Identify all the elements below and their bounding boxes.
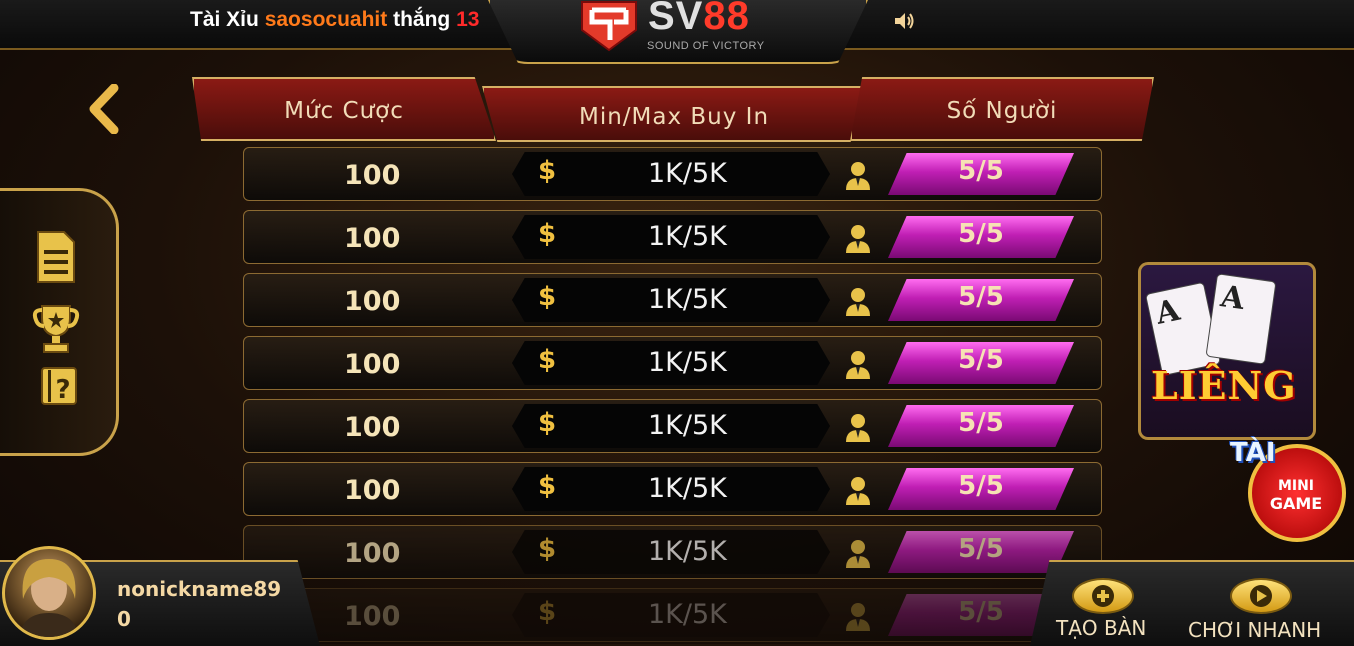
dollar-icon: $	[538, 471, 557, 501]
row-buy-in: 1K/5K	[648, 284, 727, 315]
row-buy-in: 1K/5K	[648, 158, 727, 189]
quick-play-button[interactable]: CHƠI NHANH	[1188, 578, 1338, 642]
username: nonickname89	[117, 577, 282, 601]
dollar-icon: $	[538, 597, 557, 627]
row-buy-in: 1K/5K	[648, 473, 727, 504]
table-row[interactable]: 100 $ 1K/5K 5/5	[243, 588, 1102, 642]
player-icon	[846, 414, 870, 442]
dollar-icon: $	[538, 345, 557, 375]
row-bet: 100	[344, 475, 401, 506]
mini-game-label-2: GAME	[1269, 494, 1323, 513]
card-rank: A	[1152, 292, 1183, 332]
dollar-icon: $	[538, 156, 557, 186]
table-row[interactable]: 100 $ 1K/5K 5/5	[243, 210, 1102, 264]
document-icon[interactable]	[34, 230, 78, 284]
table-row[interactable]: 100 $ 1K/5K 5/5	[243, 273, 1102, 327]
header-buy-in[interactable]: Min/Max Buy In	[482, 86, 866, 142]
player-icon	[846, 603, 870, 631]
logo-wordmark: SV88	[648, 0, 750, 39]
row-buy-in: 1K/5K	[648, 410, 727, 441]
dollar-icon: $	[538, 282, 557, 312]
row-buy-in: 1K/5K	[648, 221, 727, 252]
mini-game-tag: TÀI	[1230, 438, 1276, 468]
table-row[interactable]: 100 $ 1K/5K 5/5	[243, 336, 1102, 390]
player-icon	[846, 288, 870, 316]
table-row[interactable]: 100 $ 1K/5K 5/5	[243, 462, 1102, 516]
row-players: 5/5	[958, 219, 1004, 249]
svg-text:?: ?	[55, 375, 70, 405]
logo-sv: SV	[648, 0, 704, 38]
ticker-game: Tài Xỉu	[190, 8, 259, 31]
ticker-action: thắng	[393, 8, 451, 31]
table-row[interactable]: 100 $ 1K/5K 5/5	[243, 147, 1102, 201]
speaker-icon[interactable]	[893, 10, 915, 32]
ticker-user: saosocuahit	[264, 8, 388, 31]
row-players: 5/5	[958, 345, 1004, 375]
row-buy-in: 1K/5K	[648, 347, 727, 378]
row-bet: 100	[344, 538, 401, 569]
avatar-portrait-icon	[19, 559, 79, 637]
quick-play-label: CHƠI NHANH	[1188, 618, 1322, 642]
player-icon	[846, 225, 870, 253]
logo-shield-icon	[581, 1, 637, 52]
row-bet: 100	[344, 601, 401, 632]
player-icon	[846, 540, 870, 568]
plus-icon	[1072, 578, 1134, 614]
mini-game-label-1: MINI	[1277, 478, 1315, 494]
row-bet: 100	[344, 412, 401, 443]
dollar-icon: $	[538, 534, 557, 564]
table-row[interactable]: 100 $ 1K/5K 5/5	[243, 399, 1102, 453]
lieng-game-card[interactable]: A A LIÊNG	[1138, 262, 1316, 440]
back-chevron-icon[interactable]	[84, 84, 124, 134]
ticker-amount: 13	[456, 8, 480, 31]
logo-tagline: SOUND OF VICTORY	[647, 40, 765, 52]
avatar[interactable]	[2, 546, 96, 640]
dollar-icon: $	[538, 408, 557, 438]
trophy-icon[interactable]	[32, 302, 80, 354]
row-bet: 100	[344, 160, 401, 191]
row-players: 5/5	[958, 534, 1004, 564]
play-icon	[1230, 578, 1292, 614]
create-table-label: TẠO BÀN	[1056, 616, 1147, 640]
row-players: 5/5	[958, 408, 1004, 438]
playing-card: A	[1205, 273, 1277, 365]
row-buy-in: 1K/5K	[648, 599, 727, 630]
user-balance: 0	[117, 607, 131, 631]
row-players: 5/5	[958, 156, 1004, 186]
row-bet: 100	[344, 223, 401, 254]
row-players: 5/5	[958, 282, 1004, 312]
win-ticker: Tài Xỉu saosocuahit thắng 13	[190, 8, 479, 32]
row-bet: 100	[344, 286, 401, 317]
logo-88: 88	[703, 0, 750, 38]
player-icon	[846, 351, 870, 379]
table-row[interactable]: 100 $ 1K/5K 5/5	[243, 525, 1102, 579]
help-icon[interactable]: ?	[40, 366, 78, 406]
card-rank: A	[1218, 279, 1247, 318]
game-title: LIÊNG	[1151, 363, 1297, 408]
player-icon	[846, 477, 870, 505]
player-icon	[846, 162, 870, 190]
header-bet-level[interactable]: Mức Cược	[192, 77, 496, 141]
dollar-icon: $	[538, 219, 557, 249]
row-players: 5/5	[958, 471, 1004, 501]
row-bet: 100	[344, 349, 401, 380]
create-table-button[interactable]: TẠO BÀN	[1056, 578, 1152, 642]
header-players[interactable]: Số Người	[850, 77, 1154, 141]
row-buy-in: 1K/5K	[648, 536, 727, 567]
